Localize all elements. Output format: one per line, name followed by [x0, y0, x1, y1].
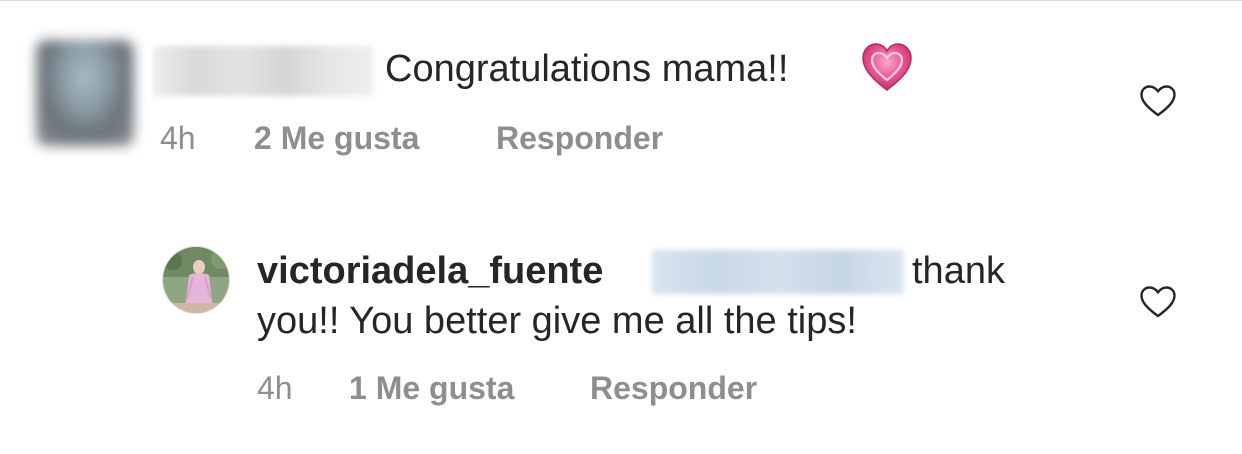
reply-avatar[interactable] [162, 246, 230, 314]
reply-likes-count[interactable]: 1 Me gusta [349, 368, 514, 408]
reply-timestamp[interactable]: 4h [257, 368, 293, 408]
mention-redacted[interactable] [652, 250, 904, 294]
reply-reply-button[interactable]: Responder [590, 368, 757, 408]
reply-username[interactable]: victoriadela_fuente [257, 250, 603, 292]
reply-text-tail: thank [912, 250, 1005, 292]
heart-outline-icon[interactable] [1139, 285, 1177, 319]
reply-text-line2: you!! You better give me all the tips! [257, 300, 857, 342]
avatar-photo [163, 247, 229, 313]
reply-comment: victoriadela_fuente thank you!! You bett… [0, 0, 1242, 454]
